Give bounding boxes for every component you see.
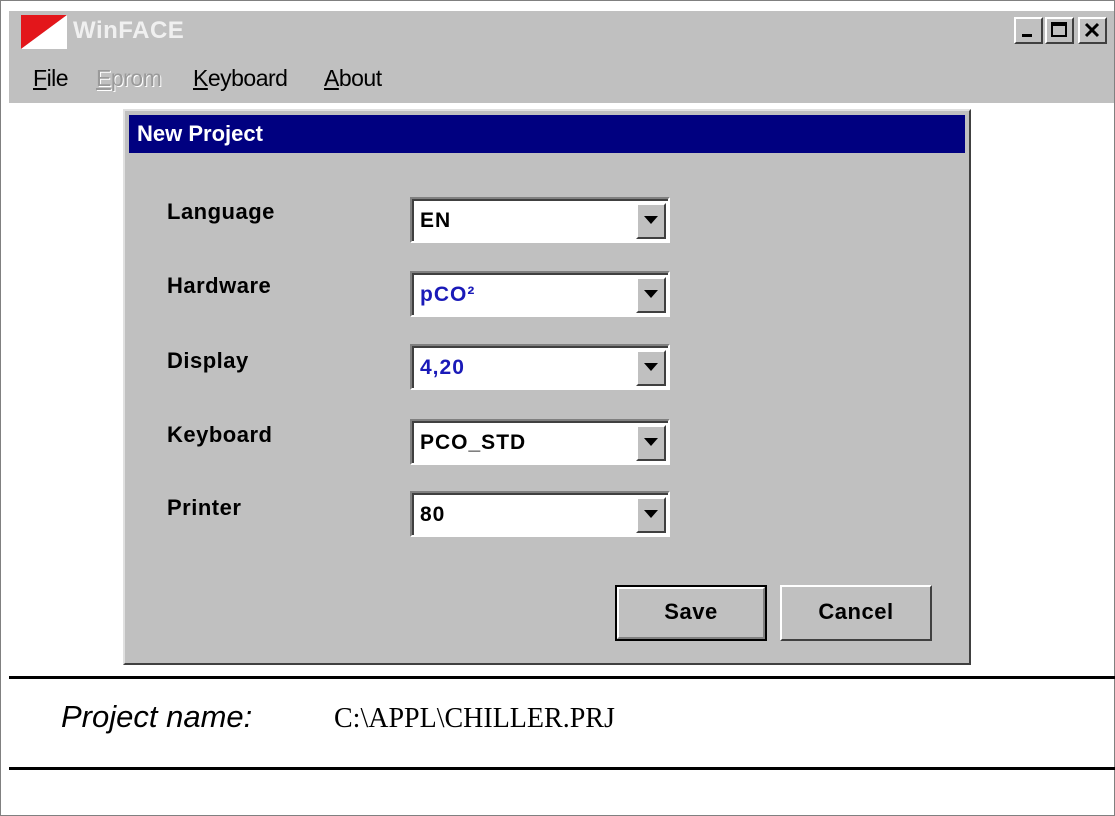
printer-dropdown-button[interactable] — [636, 497, 666, 533]
menu-bar: File Eprom Keyboard About — [9, 53, 1114, 103]
language-dropdown-button[interactable] — [636, 203, 666, 239]
cancel-button[interactable]: Cancel — [780, 585, 932, 641]
display-label: Display — [167, 348, 249, 373]
keyboard-select[interactable]: PCO_STD — [410, 419, 670, 465]
dropdown-arrow-icon — [644, 290, 658, 298]
maximize-icon — [1051, 22, 1067, 37]
language-label: Language — [167, 199, 275, 224]
hardware-dropdown-button[interactable] — [636, 277, 666, 313]
minimize-icon — [1022, 34, 1032, 37]
printer-select[interactable]: 80 — [410, 491, 670, 537]
dialog-title: New Project — [129, 115, 965, 153]
window-titlebar[interactable]: WinFACE — [9, 11, 1114, 53]
menu-eprom: Eprom — [96, 65, 162, 91]
menu-about[interactable]: About — [324, 65, 382, 92]
project-name-value: C:\APPL\CHILLER.PRJ — [334, 703, 615, 734]
winface-logo-icon — [21, 15, 67, 49]
display-select[interactable]: 4,20 — [410, 344, 670, 390]
app-window: WinFACE File Eprom Keyboard About New Pr… — [0, 0, 1115, 816]
project-name-label: Project name: — [61, 699, 253, 734]
hardware-value: pCO² — [420, 283, 476, 306]
new-project-dialog: New Project Language EN Hardware pCO² Di… — [123, 109, 971, 665]
hardware-label: Hardware — [167, 273, 272, 298]
divider-top — [9, 676, 1115, 679]
dropdown-arrow-icon — [644, 438, 658, 446]
divider-bottom — [9, 767, 1115, 770]
dropdown-arrow-icon — [644, 510, 658, 518]
menu-keyboard[interactable]: Keyboard — [193, 65, 288, 92]
dropdown-arrow-icon — [644, 363, 658, 371]
keyboard-value: PCO_STD — [420, 431, 527, 454]
keyboard-label: Keyboard — [167, 422, 273, 447]
window-title: WinFACE — [73, 17, 185, 44]
hardware-select[interactable]: pCO² — [410, 271, 670, 317]
display-value: 4,20 — [420, 356, 465, 379]
save-button[interactable]: Save — [615, 585, 767, 641]
close-button[interactable] — [1078, 17, 1107, 44]
keyboard-dropdown-button[interactable] — [636, 425, 666, 461]
menu-file[interactable]: File — [33, 65, 69, 92]
printer-value: 80 — [420, 503, 446, 526]
minimize-button[interactable] — [1014, 17, 1043, 44]
close-icon — [1084, 22, 1100, 38]
language-select[interactable]: EN — [410, 197, 670, 243]
display-dropdown-button[interactable] — [636, 350, 666, 386]
maximize-button[interactable] — [1045, 17, 1074, 44]
cancel-button-label: Cancel — [818, 599, 894, 624]
language-value: EN — [420, 209, 452, 232]
save-button-label: Save — [664, 599, 718, 624]
dropdown-arrow-icon — [644, 216, 658, 224]
printer-label: Printer — [167, 495, 242, 520]
